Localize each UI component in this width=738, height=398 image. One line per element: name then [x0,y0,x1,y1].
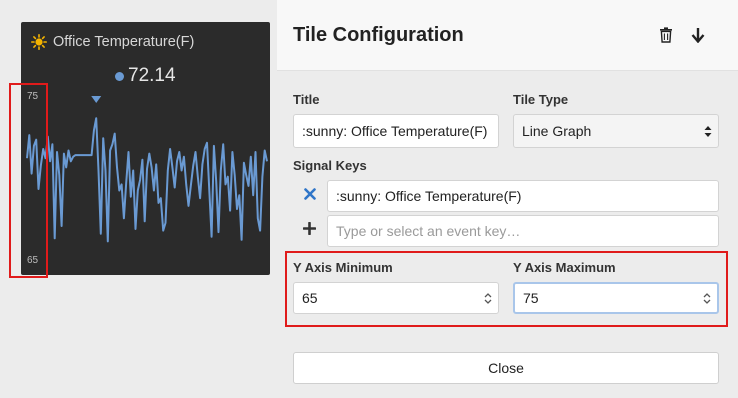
temperature-series-line [26,117,268,243]
signal-key-value-1: :sunny: Office Temperature(F) [336,188,522,204]
panel-title: Tile Configuration [293,24,464,46]
tile-type-label: Tile Type [513,92,569,107]
sun-icon [31,34,47,50]
trash-icon[interactable] [659,27,675,43]
title-input[interactable]: :sunny: Office Temperature(F) [293,114,499,148]
tile-preview: Office Temperature(F) 72.14 75 65 [21,22,270,275]
title-label: Title [293,92,320,107]
close-x-icon[interactable] [304,187,316,205]
signal-key-add-input[interactable]: Type or select an event key… [327,215,719,247]
tile-header: Office Temperature(F) [31,34,194,50]
plus-icon[interactable] [302,221,317,240]
arrow-down-icon[interactable] [691,27,707,44]
signal-key-input-1[interactable]: :sunny: Office Temperature(F) [327,180,719,212]
signal-keys-label: Signal Keys [293,158,367,173]
current-value-text: 72.14 [128,65,176,86]
tile-type-select[interactable]: Line Graph [513,114,719,148]
y-axis-highlight-box [9,83,48,278]
line-chart [26,96,268,243]
series-dot-icon [115,71,124,81]
select-arrows-icon [704,124,712,138]
title-input-value: :sunny: Office Temperature(F) [302,123,488,139]
hover-marker-icon [91,96,102,103]
y-axis-range-highlight-box [285,251,728,327]
tile-type-value: Line Graph [522,123,592,139]
tile-configuration-panel: Tile Configuration Title :sunny: Office … [277,0,738,398]
tile-title: Office Temperature(F) [53,34,195,50]
panel-header: Tile Configuration [277,0,738,71]
signal-key-placeholder: Type or select an event key… [336,223,521,239]
close-button[interactable]: Close [293,352,719,384]
current-value: 72.14 [115,65,176,87]
